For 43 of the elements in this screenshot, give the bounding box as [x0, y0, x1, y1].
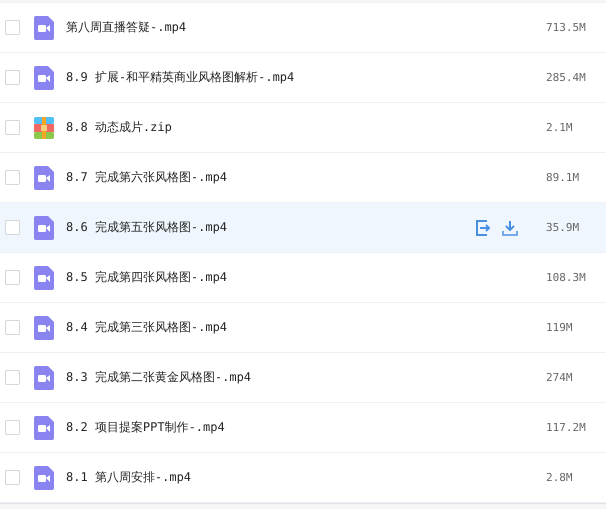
- checkbox[interactable]: [5, 270, 20, 285]
- file-name[interactable]: 8.8 动态成片.zip: [66, 119, 518, 136]
- file-name[interactable]: 8.4 完成第三张风格图-.mp4: [66, 319, 518, 336]
- file-size: 713.5M: [546, 21, 587, 34]
- checkbox[interactable]: [5, 220, 20, 235]
- file-row[interactable]: 8.6 完成第五张风格图-.mp4 35.9M: [0, 203, 606, 253]
- file-size: 117.2M: [546, 421, 587, 434]
- file-name[interactable]: 8.9 扩展-和平精英商业风格图解析-.mp4: [66, 69, 518, 86]
- video-file-icon: [34, 466, 54, 490]
- checkbox[interactable]: [5, 370, 20, 385]
- file-name[interactable]: 8.2 项目提案PPT制作-.mp4: [66, 419, 518, 436]
- video-file-icon: [34, 416, 54, 440]
- checkbox[interactable]: [5, 320, 20, 335]
- archive-file-icon: [34, 116, 54, 140]
- checkbox[interactable]: [5, 420, 20, 435]
- file-size: 2.8M: [546, 471, 574, 484]
- file-size: 285.4M: [546, 71, 587, 84]
- file-name[interactable]: 8.3 完成第二张黄金风格图-.mp4: [66, 369, 518, 386]
- video-file-icon: [34, 166, 54, 190]
- video-file-icon: [34, 16, 54, 40]
- file-name[interactable]: 8.7 完成第六张风格图-.mp4: [66, 169, 518, 186]
- file-name[interactable]: 8.6 完成第五张风格图-.mp4: [66, 219, 476, 236]
- download-icon[interactable]: [502, 220, 518, 236]
- file-name[interactable]: 8.1 第八周安排-.mp4: [66, 469, 518, 486]
- share-icon[interactable]: [476, 220, 492, 236]
- file-name[interactable]: 8.5 完成第四张风格图-.mp4: [66, 269, 518, 286]
- checkbox[interactable]: [5, 70, 20, 85]
- file-size: 119M: [546, 321, 574, 334]
- file-size: 35.9M: [546, 221, 580, 234]
- checkbox[interactable]: [5, 470, 20, 485]
- file-size: 89.1M: [546, 171, 580, 184]
- video-file-icon: [34, 316, 54, 340]
- file-size: 108.3M: [546, 271, 587, 284]
- video-file-icon: [34, 366, 54, 390]
- checkbox[interactable]: [5, 20, 20, 35]
- video-file-icon: [34, 66, 54, 90]
- checkbox[interactable]: [5, 170, 20, 185]
- checkbox[interactable]: [5, 120, 20, 135]
- file-name[interactable]: 第八周直播答疑-.mp4: [66, 19, 518, 36]
- file-size: 2.1M: [546, 121, 574, 134]
- video-file-icon: [34, 216, 54, 240]
- video-file-icon: [34, 266, 54, 290]
- file-size: 274M: [546, 371, 574, 384]
